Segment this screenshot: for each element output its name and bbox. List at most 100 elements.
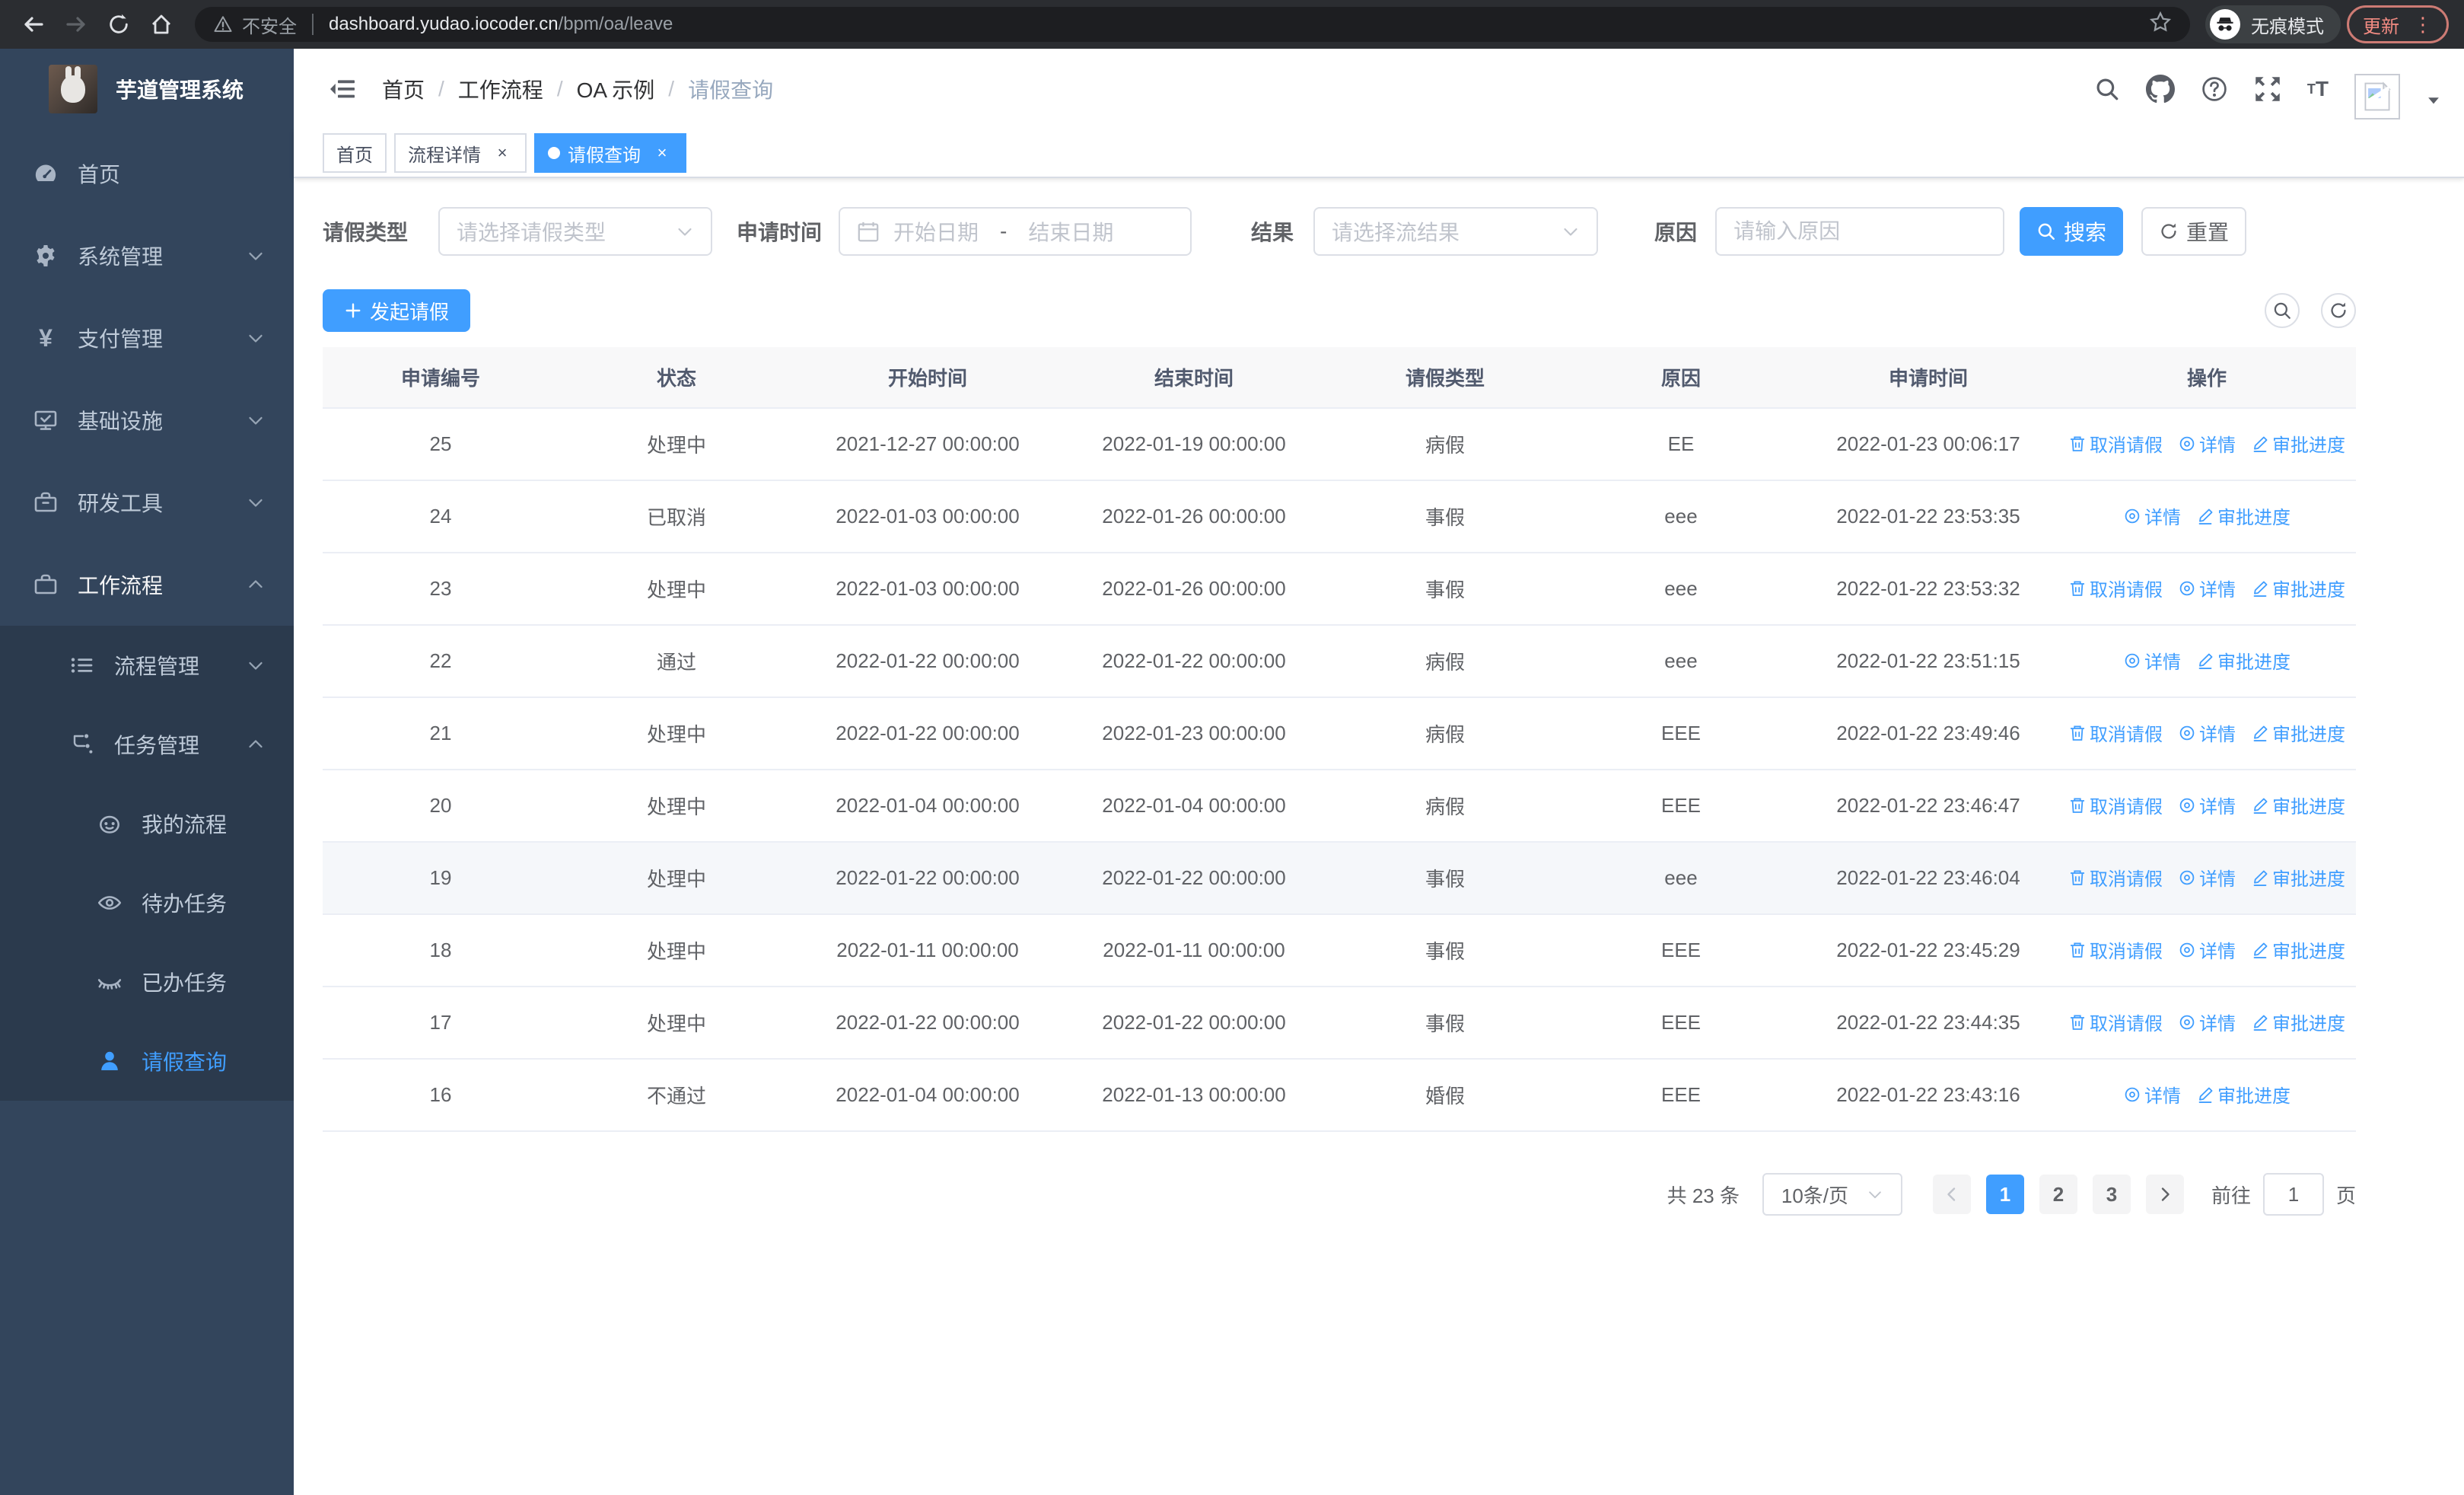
back-icon[interactable] [15,6,52,43]
result-select[interactable]: 请选择流结果 [1313,207,1599,256]
sidebar-item-任务管理[interactable]: 任务管理 [0,705,294,784]
action-detail[interactable]: 详情 [2178,792,2236,818]
action-progress[interactable]: 审批进度 [2251,792,2345,818]
action-progress[interactable]: 审批进度 [2251,719,2345,746]
sidebar-item-待办任务[interactable]: 待办任务 [0,863,294,942]
fullscreen-icon[interactable] [2254,75,2281,103]
cell-end-time: 2022-01-23 00:00:00 [1061,697,1327,770]
action-detail[interactable]: 详情 [2178,936,2236,963]
page-button-2[interactable]: 2 [2039,1175,2077,1214]
github-icon[interactable] [2145,75,2175,104]
cell-end-time: 2022-01-22 00:00:00 [1061,842,1327,915]
sidebar-item-请假查询[interactable]: 请假查询 [0,1022,294,1101]
action-progress[interactable]: 审批进度 [2251,936,2345,963]
sidebar-item-研发工具[interactable]: 研发工具 [0,461,294,543]
goto-page-input[interactable] [2262,1173,2324,1216]
sidebar-item-已办任务[interactable]: 已办任务 [0,942,294,1022]
search-button[interactable]: 搜索 [2020,207,2124,256]
action-detail[interactable]: 详情 [2123,502,2181,529]
action-progress[interactable]: 审批进度 [2251,1009,2345,1035]
tab-流程详情[interactable]: 流程详情 × [394,133,527,173]
sidebar-item-我的流程[interactable]: 我的流程 [0,784,294,863]
page-size-select[interactable]: 10条/页 [1762,1173,1902,1216]
action-detail[interactable]: 详情 [2123,647,2181,674]
end-date-placeholder: 结束日期 [1028,221,1114,244]
refresh-table-button[interactable] [2321,293,2356,328]
action-progress[interactable]: 审批进度 [2251,575,2345,601]
action-detail[interactable]: 详情 [2178,430,2236,457]
action-cancel[interactable]: 取消请假 [2068,575,2163,601]
tab-请假查询[interactable]: 请假查询 × [534,133,686,173]
action-cancel[interactable]: 取消请假 [2068,1009,2163,1035]
sidebar-item-label: 流程管理 [114,655,200,678]
tab-首页[interactable]: 首页 [323,133,387,173]
url-host: dashboard.yudao.iocoder.cn [329,14,559,34]
hamburger-icon[interactable] [329,75,356,103]
app-logo[interactable]: 芋道管理系统 [0,49,294,129]
action-progress[interactable]: 审批进度 [2196,1081,2291,1108]
home-icon[interactable] [143,6,180,43]
leave-table: 申请编号 状态 开始时间 结束时间 请假类型 原因 申请时间 操作 25 处理中 2021-12-… [323,347,2356,1132]
action-progress[interactable]: 审批进度 [2251,864,2345,891]
sidebar-item-首页[interactable]: 首页 [0,132,294,215]
bookmark-star-icon[interactable] [2149,11,2172,39]
reason-input[interactable] [1733,219,1987,244]
reset-button[interactable]: 重置 [2141,207,2247,256]
avatar-caret-icon[interactable] [2426,86,2441,114]
close-icon[interactable]: × [492,142,513,164]
cell-status: 处理中 [559,770,794,843]
prev-page-button[interactable] [1932,1175,1971,1214]
action-progress[interactable]: 审批进度 [2196,647,2291,674]
sidebar-item-基础设施[interactable]: 基础设施 [0,379,294,461]
cell-id: 20 [323,770,559,843]
browser-menu-icon[interactable]: ⋮ [2413,13,2433,37]
cell-apply-time: 2022-01-22 23:53:32 [1799,553,2058,626]
action-progress[interactable]: 审批进度 [2196,502,2291,529]
action-detail[interactable]: 详情 [2178,719,2236,746]
dashboard-icon [32,160,59,187]
action-cancel[interactable]: 取消请假 [2068,792,2163,818]
action-progress[interactable]: 审批进度 [2251,430,2345,457]
breadcrumb-item[interactable]: 工作流程 [458,74,543,104]
page-button-3[interactable]: 3 [2092,1175,2131,1214]
action-detail[interactable]: 详情 [2178,575,2236,601]
forward-icon[interactable] [58,6,94,43]
breadcrumb-item[interactable]: 首页 [382,74,425,104]
font-size-icon[interactable]: TT [2307,78,2329,100]
sidebar-item-工作流程[interactable]: 工作流程 [0,543,294,626]
cell-actions: 详情 审批进度 [2058,480,2356,553]
action-cancel[interactable]: 取消请假 [2068,936,2163,963]
page-button-1[interactable]: 1 [1985,1175,2024,1214]
action-cancel[interactable]: 取消请假 [2068,430,2163,457]
help-icon[interactable] [2201,75,2228,103]
cell-apply-time: 2022-01-22 23:53:35 [1799,480,2058,553]
search-icon[interactable] [2094,76,2120,102]
sidebar-item-支付管理[interactable]: ¥ 支付管理 [0,297,294,379]
close-icon[interactable]: × [651,142,673,164]
cell-reason: eee [1563,842,1799,915]
action-detail[interactable]: 详情 [2123,1081,2181,1108]
create-leave-button[interactable]: 发起请假 [323,289,471,332]
screen: 不安全 dashboard.yudao.iocoder.cn /bpm/oa/l… [0,0,2464,1495]
url-path: /bpm/oa/leave [558,14,673,34]
sidebar-item-label: 工作流程 [78,574,164,598]
url-bar[interactable]: 不安全 dashboard.yudao.iocoder.cn /bpm/oa/l… [195,7,2190,42]
action-cancel[interactable]: 取消请假 [2068,864,2163,891]
user-avatar[interactable] [2354,74,2400,120]
toggle-search-button[interactable] [2265,293,2300,328]
cell-end-time: 2022-01-26 00:00:00 [1061,480,1327,553]
reload-icon[interactable] [100,6,137,43]
action-cancel[interactable]: 取消请假 [2068,719,2163,746]
action-detail[interactable]: 详情 [2178,864,2236,891]
sidebar-item-流程管理[interactable]: 流程管理 [0,626,294,705]
table-header: 申请编号 状态 开始时间 结束时间 请假类型 原因 申请时间 操作 [323,347,2356,409]
leave-type-select[interactable]: 请选择请假类型 [438,207,713,256]
cell-end-time: 2022-01-13 00:00:00 [1061,1059,1327,1132]
breadcrumb-item[interactable]: OA 示例 [577,74,655,104]
apply-time-range-picker[interactable]: 开始日期 - 结束日期 [839,207,1192,256]
action-detail[interactable]: 详情 [2178,1009,2236,1035]
cell-start-time: 2022-01-04 00:00:00 [794,1059,1061,1132]
update-button[interactable]: 更新 ⋮ [2347,5,2449,43]
next-page-button[interactable] [2145,1175,2184,1214]
sidebar-item-系统管理[interactable]: 系统管理 [0,215,294,297]
